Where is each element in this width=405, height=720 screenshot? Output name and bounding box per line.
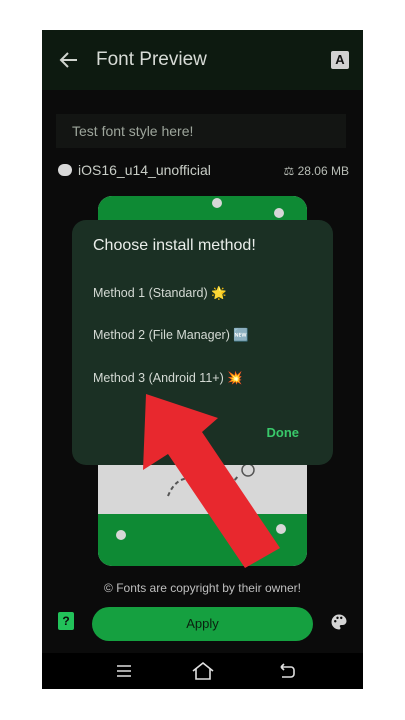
phone-screen: Font Preview A Test font style here! iOS… bbox=[42, 30, 363, 689]
home-icon[interactable] bbox=[191, 660, 215, 682]
done-button[interactable]: Done bbox=[267, 425, 300, 440]
preview-dot bbox=[274, 208, 284, 218]
preview-dot bbox=[212, 198, 222, 208]
apply-button[interactable]: Apply bbox=[92, 607, 313, 641]
back-icon[interactable] bbox=[278, 663, 296, 679]
copyright-notice: © Fonts are copyright by their owner! bbox=[104, 581, 301, 595]
font-name: iOS16_u14_unofficial bbox=[78, 162, 211, 178]
scale-icon: ⚖ bbox=[283, 164, 295, 178]
method-1-option[interactable]: Method 1 (Standard) 🌟 bbox=[93, 286, 227, 301]
preview-dot bbox=[276, 524, 286, 534]
method-2-option[interactable]: Method 2 (File Manager) 🆕 bbox=[93, 328, 249, 343]
install-method-dialog: Choose install method! Method 1 (Standar… bbox=[72, 220, 333, 465]
font-size: 28.06 MB bbox=[297, 164, 349, 178]
menu-icon[interactable] bbox=[116, 664, 132, 678]
help-icon[interactable]: ? bbox=[58, 612, 74, 630]
chat-bubble-icon bbox=[58, 164, 72, 176]
dialog-title: Choose install method! bbox=[93, 237, 256, 254]
preview-doodle bbox=[167, 463, 255, 497]
method-3-option[interactable]: Method 3 (Android 11+) 💥 bbox=[93, 371, 243, 386]
preview-dot bbox=[116, 530, 126, 540]
font-size-row: ⚖ 28.06 MB bbox=[284, 164, 349, 178]
app-bar: Font Preview A bbox=[42, 30, 363, 90]
preview-bottom-band bbox=[98, 514, 307, 566]
palette-icon[interactable] bbox=[330, 613, 348, 631]
preview-text-input[interactable]: Test font style here! bbox=[56, 114, 346, 148]
font-style-icon[interactable]: A bbox=[331, 51, 349, 69]
page-title: Font Preview bbox=[96, 49, 207, 70]
font-name-row: iOS16_u14_unofficial bbox=[58, 162, 211, 178]
system-nav-bar bbox=[42, 653, 363, 689]
arrow-left-icon[interactable] bbox=[57, 48, 81, 72]
